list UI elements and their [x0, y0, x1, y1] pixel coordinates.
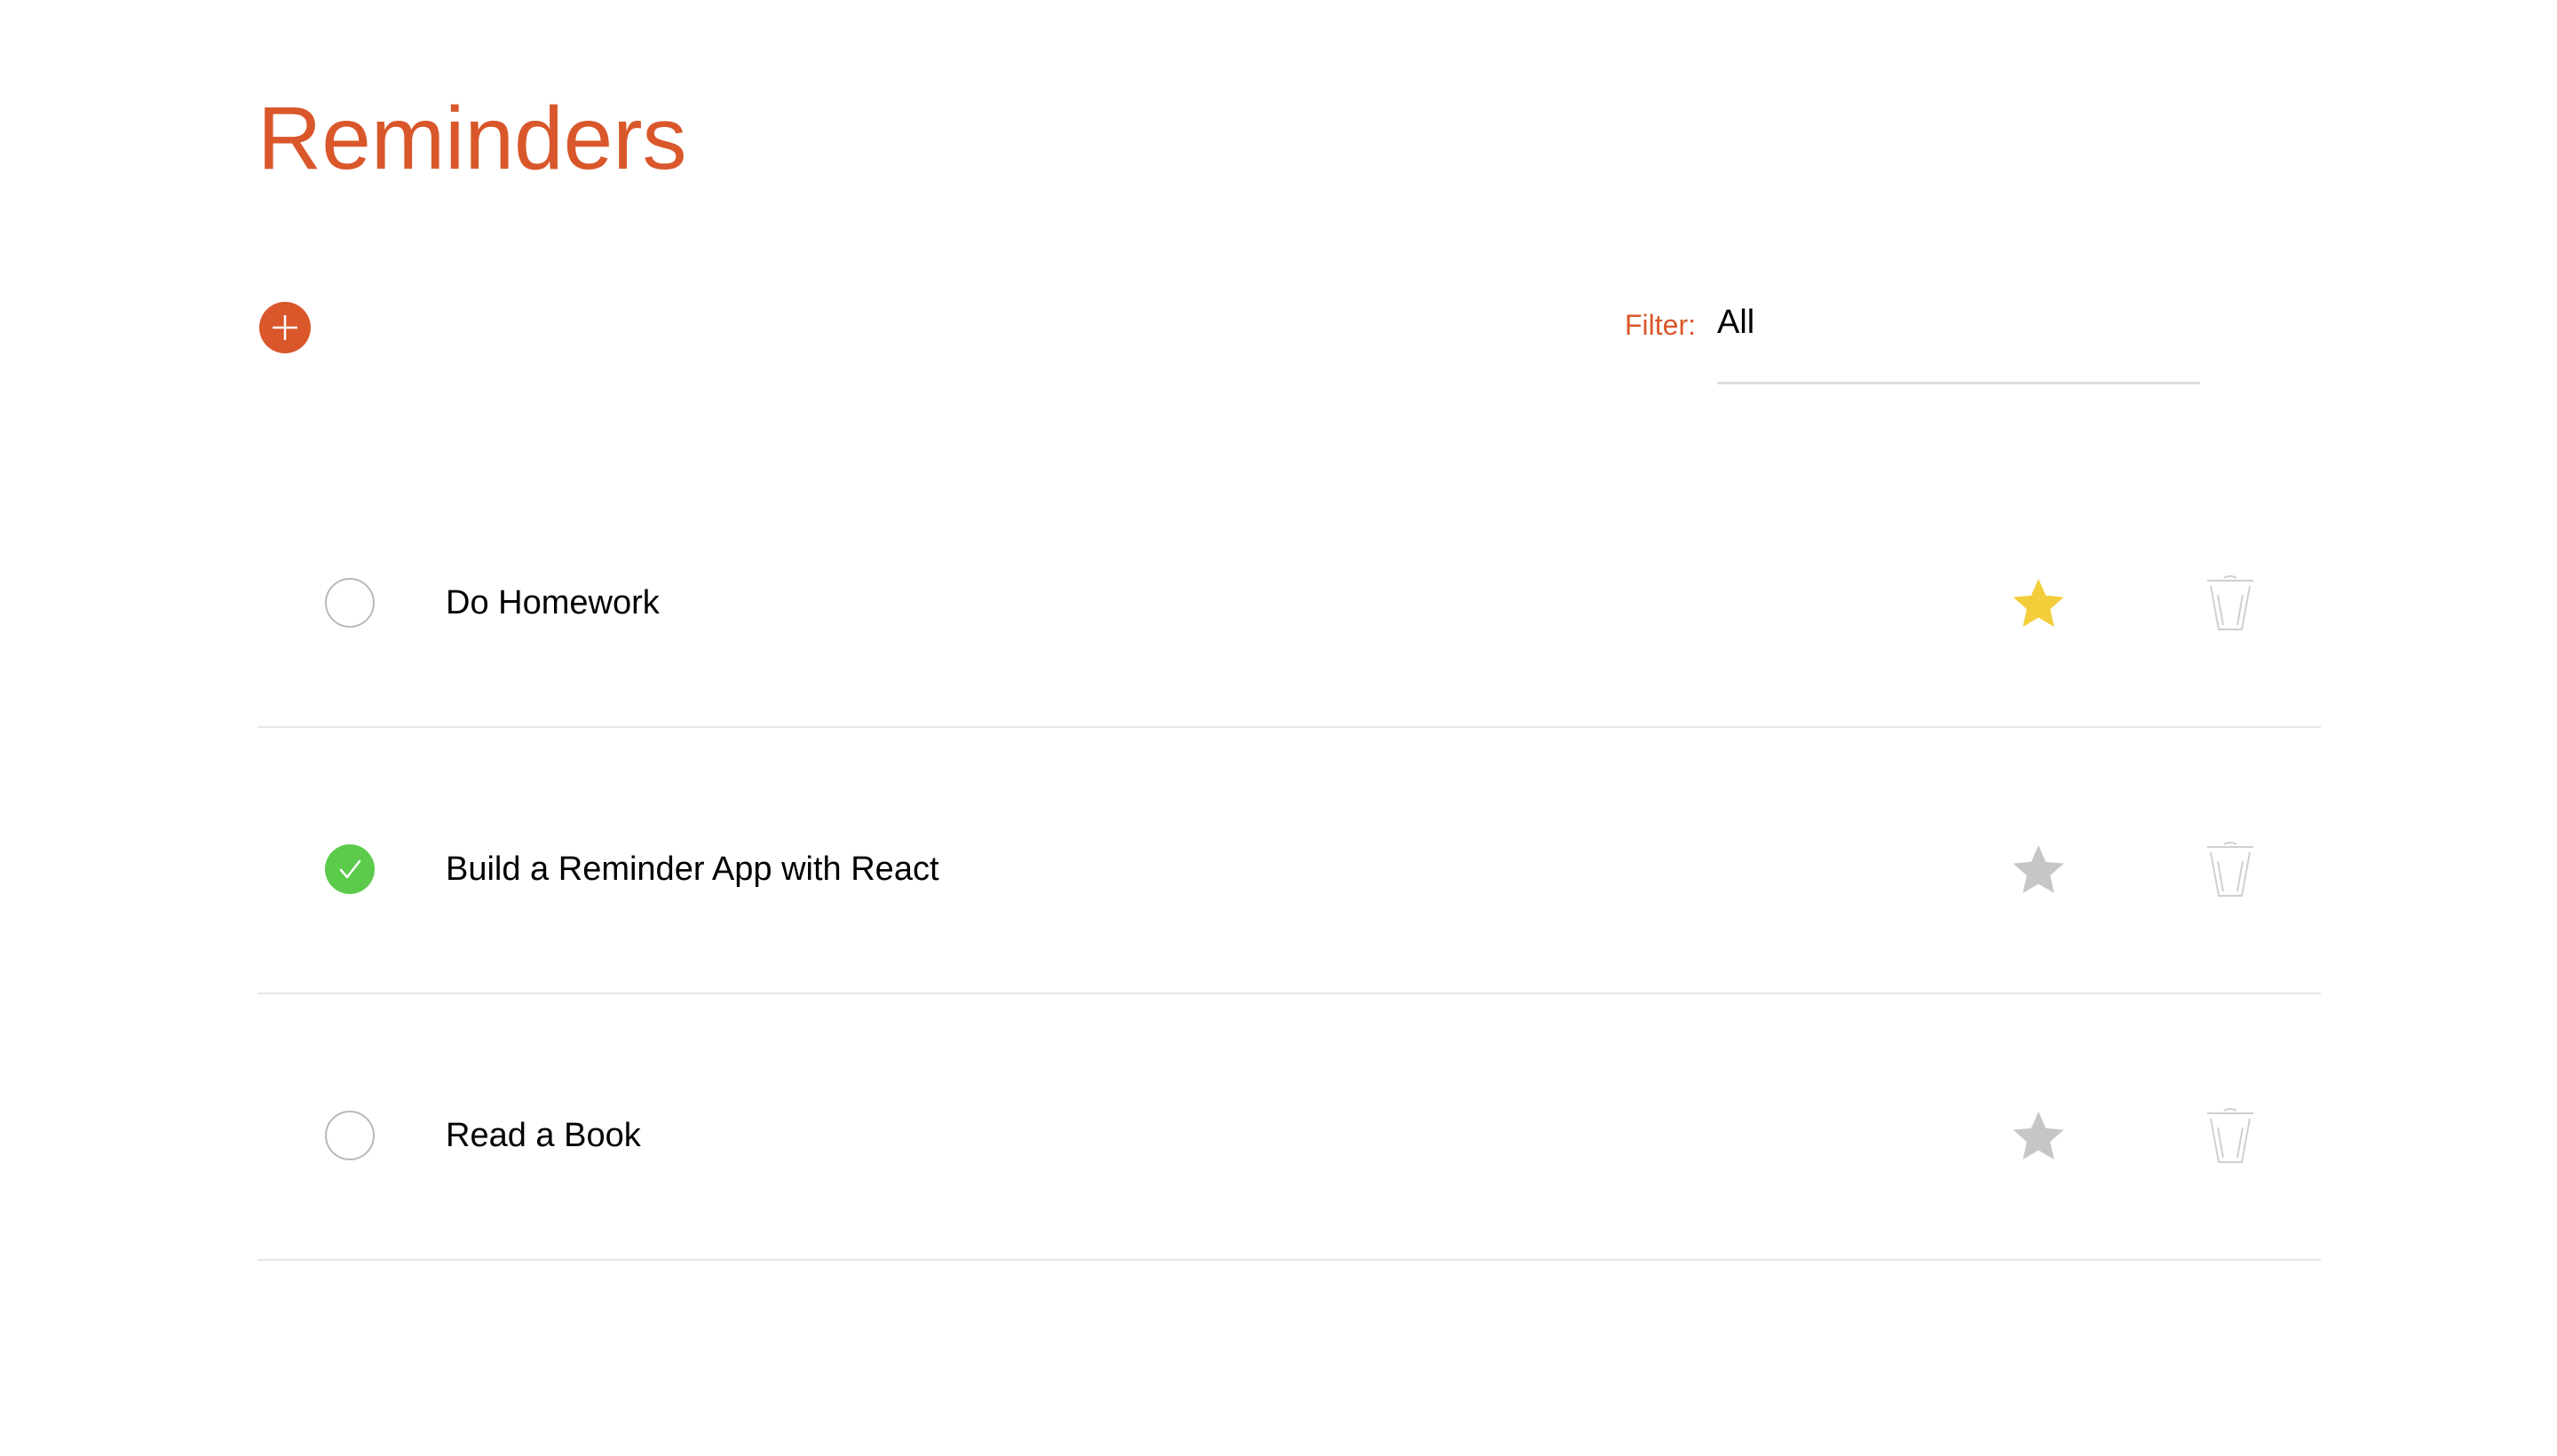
reminder-row: Build a Reminder App with React — [257, 728, 2321, 994]
filter-select[interactable]: All — [1717, 302, 2200, 384]
reminder-row: Read a Book — [257, 994, 2321, 1261]
reminder-text: Build a Reminder App with React — [446, 851, 939, 888]
reminder-text: Read a Book — [446, 1117, 641, 1154]
complete-toggle[interactable] — [325, 578, 375, 628]
filter-value: All — [1717, 304, 1755, 341]
checkmark-icon — [339, 859, 361, 879]
reminder-text: Do Homework — [446, 584, 660, 621]
plus-icon — [273, 315, 297, 340]
reminder-list: Do Homework Build a Reminder App with Re… — [257, 462, 2321, 1261]
star-icon[interactable] — [2010, 1108, 2067, 1165]
complete-toggle[interactable] — [325, 1111, 375, 1160]
star-icon[interactable] — [2010, 575, 2067, 632]
add-reminder-button[interactable] — [259, 302, 311, 353]
trash-icon[interactable] — [2204, 1106, 2257, 1165]
filter-label: Filter: — [1625, 309, 1696, 341]
reminder-row: Do Homework — [257, 462, 2321, 728]
star-icon[interactable] — [2010, 842, 2067, 898]
complete-toggle[interactable] — [325, 844, 375, 894]
trash-icon[interactable] — [2204, 840, 2257, 898]
reminders-page: Reminders Filter: All Do Homework Build … — [0, 0, 2557, 1456]
page-title: Reminders — [257, 89, 687, 188]
trash-icon[interactable] — [2204, 574, 2257, 632]
